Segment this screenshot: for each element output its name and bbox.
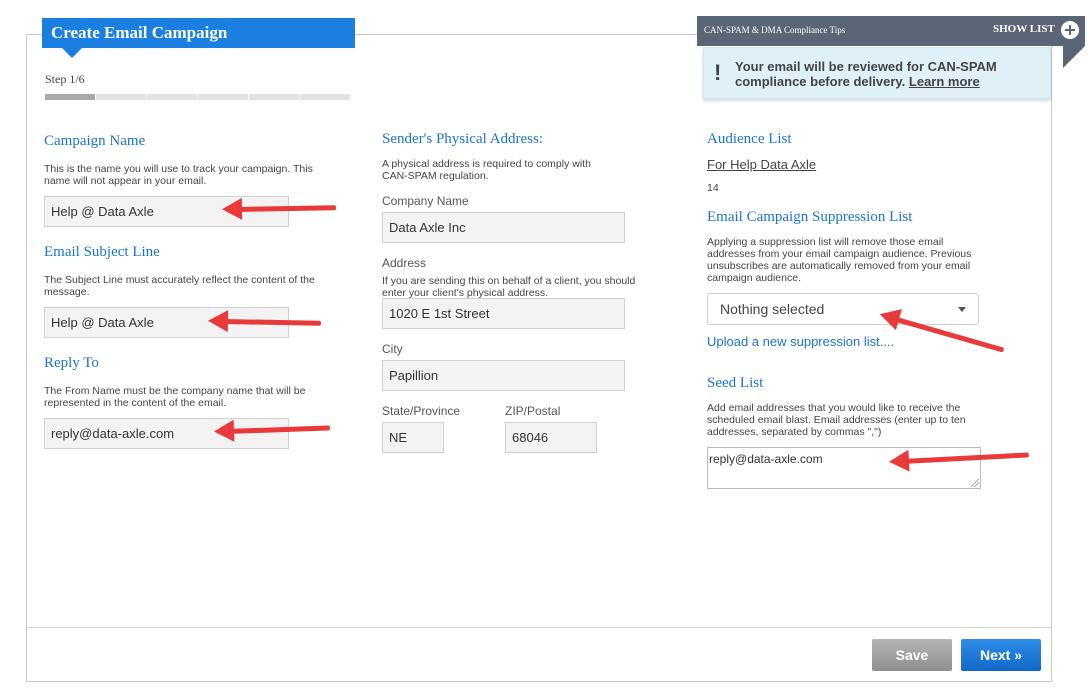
company-name-label: Company Name <box>382 194 469 208</box>
audience-count: 14 <box>707 182 719 194</box>
compliance-tips-title: CAN-SPAM & DMA Compliance Tips <box>704 25 846 35</box>
campaign-name-help: This is the name you will use to track y… <box>44 163 313 187</box>
compliance-bar-notch <box>1063 46 1085 68</box>
progress-segment-3 <box>147 94 197 100</box>
audience-list-link[interactable]: For Help Data Axle <box>707 157 816 172</box>
progress-segment-6 <box>300 94 350 100</box>
state-input[interactable]: NE <box>382 422 444 453</box>
suppression-list-heading: Email Campaign Suppression List <box>707 209 913 225</box>
company-name-input[interactable]: Data Axle Inc <box>382 212 625 243</box>
plus-icon[interactable] <box>1061 21 1079 39</box>
compliance-message: Your email will be reviewed for CAN-SPAM… <box>735 59 1035 89</box>
suppression-selected-value: Nothing selected <box>720 301 825 317</box>
city-label: City <box>382 342 403 356</box>
address-help: If you are sending this on behalf of a c… <box>382 275 636 299</box>
city-input[interactable]: Papillion <box>382 360 625 391</box>
resize-grip-icon[interactable] <box>971 479 979 487</box>
progress-segment-1 <box>45 94 95 100</box>
footer-divider <box>27 627 1051 628</box>
step-progress-bar <box>45 94 350 100</box>
exclamation-icon: ! <box>714 60 722 85</box>
learn-more-link[interactable]: Learn more <box>909 74 980 89</box>
subject-line-help: The Subject Line must accurately reflect… <box>44 274 315 298</box>
audience-list-heading: Audience List <box>707 131 792 147</box>
sender-address-help: A physical address is required to comply… <box>382 158 591 182</box>
subject-line-heading: Email Subject Line <box>44 244 160 260</box>
progress-segment-4 <box>198 94 248 100</box>
suppression-list-select[interactable]: Nothing selected <box>707 293 979 325</box>
seed-list-help: Add email addresses that you would like … <box>707 402 966 438</box>
reply-to-heading: Reply To <box>44 355 99 371</box>
suppression-list-help: Applying a suppression list will remove … <box>707 236 972 284</box>
progress-segment-2 <box>96 94 146 100</box>
show-list-button[interactable]: SHOW LIST <box>993 23 1055 35</box>
step-indicator: Step 1/6 <box>45 72 85 86</box>
page-title: Create Email Campaign <box>42 18 355 48</box>
save-button[interactable]: Save <box>872 639 952 671</box>
campaign-name-heading: Campaign Name <box>44 133 146 149</box>
progress-segment-5 <box>249 94 299 100</box>
next-button[interactable]: Next » <box>961 639 1041 671</box>
state-label: State/Province <box>382 404 461 418</box>
address-label: Address <box>382 256 427 270</box>
reply-to-help: The From Name must be the company name t… <box>44 385 306 409</box>
seed-list-value: reply@data-axle.com <box>709 452 823 466</box>
seed-list-heading: Seed List <box>707 375 764 391</box>
chevron-down-icon <box>958 307 966 312</box>
zip-input[interactable]: 68046 <box>505 422 597 453</box>
reply-to-input[interactable]: reply@data-axle.com <box>44 418 289 449</box>
zip-label: ZIP/Postal <box>505 404 561 418</box>
upload-suppression-link[interactable]: Upload a new suppression list.... <box>707 334 894 349</box>
sender-address-heading: Sender's Physical Address: <box>382 131 544 147</box>
address-input[interactable]: 1020 E 1st Street <box>382 298 625 329</box>
title-tab-pointer <box>62 48 82 58</box>
seed-list-textarea[interactable]: reply@data-axle.com <box>707 447 981 489</box>
